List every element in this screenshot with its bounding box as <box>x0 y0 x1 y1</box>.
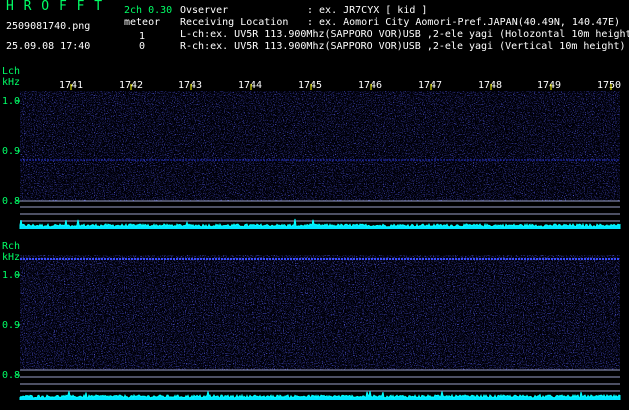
lch-noise <box>20 91 620 201</box>
rch-noise <box>20 255 620 370</box>
time-tick-marks <box>70 84 612 90</box>
spectrogram-panels <box>16 84 621 400</box>
rch-level-trace <box>19 390 621 400</box>
